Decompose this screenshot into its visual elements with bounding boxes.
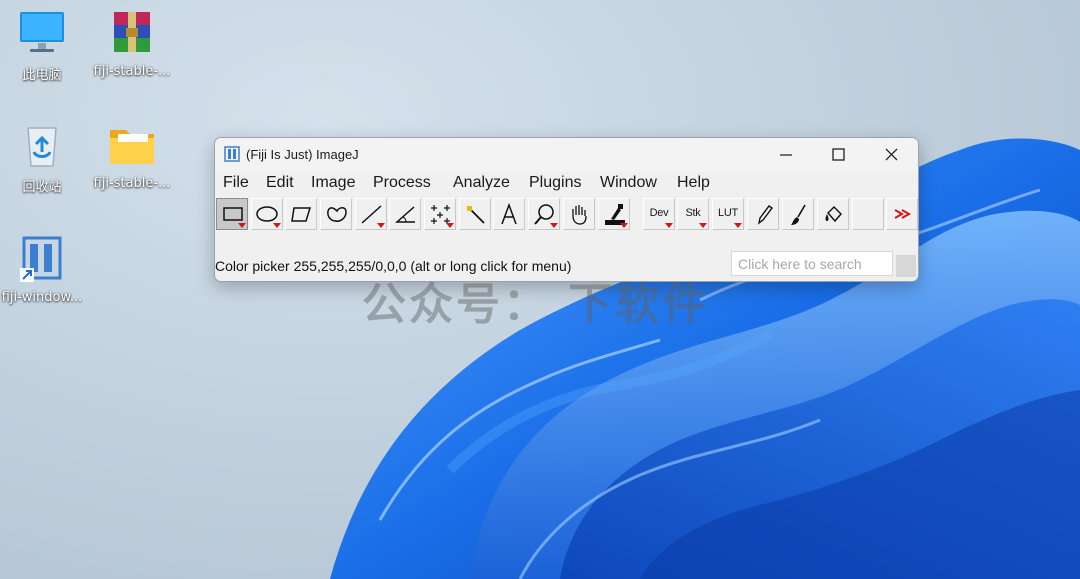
winrar-archive-icon (106, 10, 158, 58)
recycle-bin-icon (16, 122, 68, 170)
color-picker-tool[interactable] (598, 198, 630, 230)
minimize-button[interactable] (766, 144, 806, 166)
watermark-text: 公众号： 下软件 (362, 279, 710, 330)
polygon-tool[interactable] (285, 198, 317, 230)
search-input[interactable] (731, 251, 893, 276)
window-title: (Fiji Is Just) ImageJ (246, 147, 359, 162)
title-bar[interactable]: (Fiji Is Just) ImageJ (215, 138, 918, 172)
dev-label: Dev (649, 207, 669, 219)
double-chevron-right-icon (894, 209, 912, 219)
maximize-button[interactable] (818, 144, 858, 166)
brush-tool[interactable] (782, 198, 814, 230)
menu-file[interactable]: File (223, 174, 249, 192)
empty-tool-slot (852, 198, 884, 230)
desktop-icon-this-pc[interactable]: 此电脑 (0, 10, 84, 83)
imagej-window[interactable]: (Fiji Is Just) ImageJ File Edit Image Pr… (214, 137, 919, 282)
menu-analyze[interactable]: Analyze (453, 174, 510, 192)
freehand-icon (327, 207, 347, 222)
menu-process[interactable]: Process (373, 174, 431, 192)
desktop: 此电脑 fiji-stable-... 回收站 fiji-stable-... … (0, 0, 1080, 579)
line-tool[interactable] (355, 198, 387, 230)
desktop-icon-fiji-archive[interactable]: fiji-stable-... (90, 10, 174, 79)
brush-icon (791, 204, 806, 225)
stk-tool[interactable]: Stk (677, 198, 709, 230)
desktop-icon-label: fiji-window... (1, 290, 83, 305)
desktop-icon-label: 回收站 (22, 180, 62, 195)
desktop-icon-label: fiji-stable-... (93, 64, 171, 79)
desktop-icon-recycle-bin[interactable]: 回收站 (0, 122, 84, 195)
close-icon (885, 148, 898, 161)
menu-image[interactable]: Image (311, 174, 355, 192)
dev-tool[interactable]: Dev (643, 198, 675, 230)
desktop-icon-fiji-folder[interactable]: fiji-stable-... (90, 122, 174, 191)
wand-tool[interactable] (459, 198, 491, 230)
folder-icon (106, 122, 158, 170)
fiji-logo-icon (224, 146, 240, 162)
freehand-tool[interactable] (320, 198, 352, 230)
multipoint-tool[interactable] (424, 198, 456, 230)
desktop-icon-fiji-shortcut[interactable]: fiji-window... (0, 236, 84, 305)
flood-fill-tool[interactable] (817, 198, 849, 230)
desktop-icon-label: fiji-stable-... (93, 176, 171, 191)
hand-tool[interactable] (563, 198, 595, 230)
menu-help[interactable]: Help (677, 174, 710, 192)
fiji-shortcut-icon (16, 236, 68, 284)
text-icon (501, 202, 517, 225)
close-button[interactable] (871, 144, 911, 166)
menu-edit[interactable]: Edit (266, 174, 294, 192)
minimize-icon (780, 154, 792, 156)
oval-tool[interactable] (251, 198, 283, 230)
text-tool[interactable] (493, 198, 525, 230)
flood-fill-icon (825, 206, 842, 223)
lut-tool[interactable]: LUT (712, 198, 744, 230)
stk-label: Stk (685, 207, 701, 219)
search-scrollbar[interactable] (896, 255, 916, 277)
magnifier-tool[interactable] (528, 198, 560, 230)
hand-icon (572, 205, 587, 225)
rectangle-tool[interactable] (216, 198, 248, 230)
polygon-icon (291, 207, 312, 222)
menu-plugins[interactable]: Plugins (529, 174, 581, 192)
pencil-icon (757, 205, 774, 225)
menu-window[interactable]: Window (600, 174, 657, 192)
more-tools-button[interactable] (886, 198, 918, 230)
toolbar: Dev Stk LUT (215, 197, 918, 233)
maximize-icon (832, 148, 845, 161)
lut-label: LUT (718, 207, 738, 219)
angle-tool[interactable] (389, 198, 421, 230)
wand-icon (467, 206, 485, 224)
monitor-icon (16, 10, 68, 58)
desktop-icon-label: 此电脑 (22, 68, 62, 83)
angle-icon (395, 206, 415, 223)
pencil-tool[interactable] (747, 198, 779, 230)
